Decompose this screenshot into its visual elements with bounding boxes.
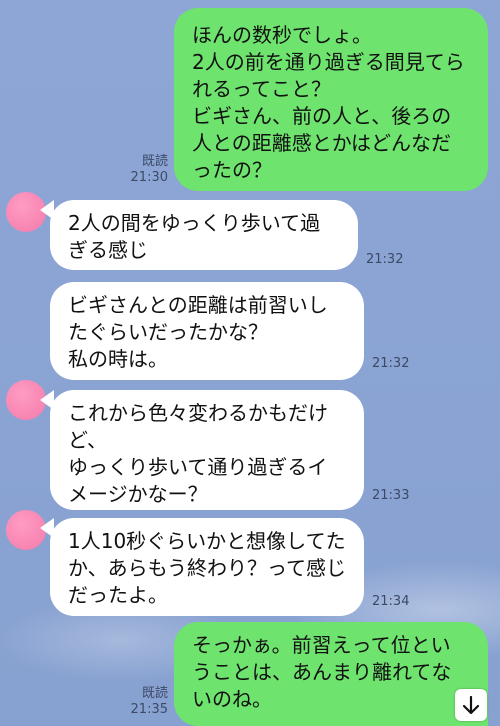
message-time: 21:32 — [372, 356, 410, 371]
message-bubble-outgoing[interactable]: ほんの数秒でしょ。 2人の前を通り過ぎる間見てられるってこと？ ビギさん、前の人… — [174, 8, 488, 191]
message-time: 21:33 — [372, 488, 410, 503]
message-time: 21:34 — [372, 594, 410, 609]
message-time: 21:35 — [130, 702, 168, 717]
read-receipt: 既読 — [141, 154, 168, 169]
scroll-to-bottom-button[interactable] — [455, 689, 487, 721]
message-bubble-incoming[interactable]: 1人10秒ぐらいかと想像してたか、あらもう終わり？って感じだったよ。 — [50, 518, 364, 616]
message-bubble-incoming[interactable]: これから色々変わるかもだけど、 ゆっくり歩いて通り過ぎるイメージかなー？ — [50, 390, 364, 510]
read-receipt: 既読 — [141, 686, 168, 701]
message-meta: 既読 21:30 — [118, 154, 168, 186]
message-meta: 既読 21:35 — [118, 686, 168, 718]
message-time: 21:30 — [130, 170, 168, 185]
arrow-down-icon — [462, 695, 480, 715]
message-time: 21:32 — [366, 252, 404, 267]
message-bubble-incoming[interactable]: ビギさんとの距離は前習いしたぐらいだったかな？ 私の時は。 — [50, 282, 364, 380]
message-bubble-incoming[interactable]: 2人の間をゆっくり歩いて過ぎる感じ — [50, 200, 358, 270]
message-bubble-outgoing[interactable]: そっかぁ。前習えって位ということは、あんまり離れてないのね。 — [174, 622, 488, 726]
